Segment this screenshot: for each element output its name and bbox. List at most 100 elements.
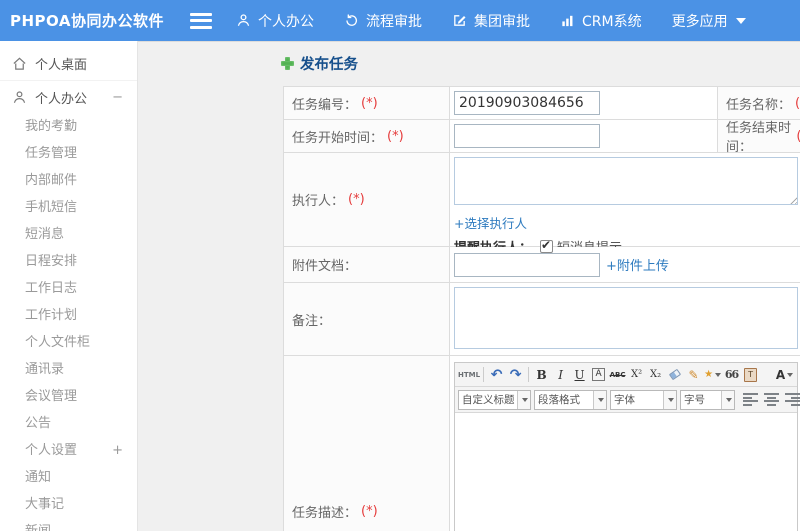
font-color-box-icon[interactable]: A — [589, 366, 608, 384]
start-time-input[interactable] — [454, 124, 600, 148]
paste-as-text-icon[interactable]: T — [741, 366, 760, 384]
editor-content-area[interactable] — [455, 413, 797, 531]
sidebar-item-label: 个人办公 — [35, 91, 88, 107]
sidebar-item-milestones[interactable]: 大事记 — [0, 491, 137, 518]
align-left-icon[interactable] — [743, 393, 758, 406]
blockquote-icon[interactable]: 66 — [722, 366, 741, 384]
superscript-icon[interactable]: X² — [627, 366, 646, 384]
task-number-label: 任务编号： (*) — [284, 87, 450, 119]
sidebar-item-schedule[interactable]: 日程安排 — [0, 248, 137, 275]
sidebar-item-task-management[interactable]: 任务管理 — [0, 140, 137, 167]
user-icon — [237, 14, 250, 26]
nav-label: 个人办公 — [258, 13, 314, 30]
sidebar-item-sms[interactable]: 手机短信 — [0, 194, 137, 221]
remark-textarea[interactable] — [454, 287, 798, 349]
select-executor-link[interactable]: +选择执行人 — [454, 213, 527, 232]
caret-down-icon — [787, 372, 794, 377]
required-mark: (*) — [796, 129, 800, 144]
app-logo: PHPOA协同办公软件 — [10, 12, 164, 30]
sidebar-item-news[interactable]: 新闻 — [0, 518, 137, 531]
sidebar-item-file-cabinet[interactable]: 个人文件柜 — [0, 329, 137, 356]
user-icon — [13, 90, 26, 103]
rich-text-editor: HTML ↶ ↷ B I U A ABC X² X₂ ✎ ★ 66 T A 自定… — [454, 362, 800, 531]
nav-workflow-approval[interactable]: 流程审批 — [344, 11, 422, 31]
sidebar-item-work-log[interactable]: 工作日志 — [0, 275, 137, 302]
nav-label: 集团审批 — [474, 13, 530, 30]
add-task-icon — [281, 57, 294, 70]
form-row-start-time: 任务开始时间：(*) 任务结束时间：(*) — [284, 120, 800, 155]
format-brush-icon[interactable]: ✎ — [684, 366, 703, 384]
executor-label: 执行人： (*) — [284, 153, 450, 246]
sidebar-item-attendance[interactable]: 我的考勤 — [0, 113, 137, 140]
required-mark: (*) — [348, 192, 365, 207]
app-window: PHPOA协同办公软件 个人办公 流程审批 集团审批 CRM系统 更多应用 个人… — [0, 0, 800, 531]
caret-down-icon — [735, 17, 746, 24]
text-color-icon[interactable]: A — [775, 366, 794, 384]
underline-icon[interactable]: U — [570, 366, 589, 384]
font-size-dropdown[interactable]: 字号 — [680, 389, 735, 410]
required-mark: (*) — [387, 128, 404, 144]
nav-label: 更多应用 — [671, 13, 728, 30]
remark-label: 备注： — [284, 283, 450, 355]
attachment-label: 附件文档： — [284, 247, 450, 282]
history-icon — [346, 14, 357, 26]
publish-task-form: 任务编号：(*) 任务名称：(*) 任务开始时间：(*) 任务结束时间：(*) — [283, 86, 800, 531]
page-title: 发布任务 — [281, 53, 358, 74]
sidebar-item-internal-mail[interactable]: 内部邮件 — [0, 167, 137, 194]
auto-typeset-icon[interactable]: ★ — [703, 366, 722, 384]
undo-icon[interactable]: ↶ — [487, 366, 506, 384]
font-family-dropdown[interactable]: 字体 — [610, 389, 677, 410]
executor-textarea[interactable] — [454, 157, 798, 205]
sidebar-item-notice[interactable]: 通知 — [0, 464, 137, 491]
strikethrough-icon[interactable]: ABC — [608, 366, 627, 384]
task-number-input[interactable] — [454, 91, 600, 115]
start-time-label: 任务开始时间： (*) — [284, 120, 450, 152]
menu-icon[interactable] — [190, 12, 212, 29]
caret-down-icon — [726, 397, 732, 402]
italic-icon[interactable]: I — [551, 366, 570, 384]
nav-crm-system[interactable]: CRM系统 — [560, 11, 642, 31]
form-row-task-number: 任务编号：(*) 任务名称：(*) — [284, 87, 800, 120]
html-source-icon[interactable]: HTML — [458, 366, 480, 384]
nav-label: 流程审批 — [366, 13, 422, 30]
edit-icon — [454, 15, 466, 26]
required-mark: (*) — [361, 95, 378, 111]
nav-group-approval[interactable]: 集团审批 — [452, 11, 530, 31]
align-right-icon[interactable] — [785, 393, 800, 406]
attachment-upload-link[interactable]: +附件上传 — [606, 255, 669, 274]
bold-icon[interactable]: B — [532, 366, 551, 384]
sidebar-item-personal-settings[interactable]: 个人设置 + — [0, 437, 137, 464]
caret-down-icon — [598, 397, 604, 402]
eraser-icon[interactable] — [665, 366, 684, 384]
sidebar-item-announcement[interactable]: 公告 — [0, 410, 137, 437]
caret-down-icon — [668, 397, 674, 402]
nav-more-apps[interactable]: 更多应用 — [672, 11, 746, 31]
align-center-icon[interactable] — [764, 393, 779, 406]
subscript-icon[interactable]: X₂ — [646, 366, 665, 384]
sidebar-item-meeting[interactable]: 会议管理 — [0, 383, 137, 410]
required-mark: (*) — [361, 503, 378, 519]
bar-chart-icon — [562, 15, 573, 27]
sidebar-item-contacts[interactable]: 通讯录 — [0, 356, 137, 383]
home-icon — [13, 57, 26, 70]
sidebar-item-work-plan[interactable]: 工作计划 — [0, 302, 137, 329]
sidebar: 个人桌面 个人办公 − 我的考勤 任务管理 内部邮件 手机短信 短消息 日程安排… — [0, 41, 138, 531]
nav-personal-office[interactable]: 个人办公 — [236, 11, 314, 31]
form-row-executor: 执行人：(*) +选择执行人 提醒执行人： 短消息提示 — [284, 153, 800, 256]
sms-remind-checkbox[interactable] — [540, 238, 554, 253]
paragraph-format-dropdown[interactable]: 段落格式 — [534, 389, 607, 410]
form-row-remark: 备注： — [284, 283, 800, 356]
attachment-input[interactable] — [454, 252, 600, 277]
collapse-icon[interactable]: − — [112, 90, 123, 105]
description-label: 任务描述： (*) — [284, 356, 450, 531]
custom-heading-dropdown[interactable]: 自定义标题 — [458, 389, 531, 410]
topbar: PHPOA协同办公软件 个人办公 流程审批 集团审批 CRM系统 更多应用 — [0, 0, 800, 41]
sidebar-item-desktop[interactable]: 个人桌面 — [0, 47, 137, 81]
redo-icon[interactable]: ↷ — [506, 366, 525, 384]
alignment-group — [743, 393, 800, 406]
sidebar-item-personal-office[interactable]: 个人办公 − — [0, 81, 137, 113]
sidebar-item-short-message[interactable]: 短消息 — [0, 221, 137, 248]
caret-down-icon — [715, 372, 722, 377]
required-mark: (*) — [795, 95, 800, 111]
expand-icon[interactable]: + — [112, 437, 123, 464]
